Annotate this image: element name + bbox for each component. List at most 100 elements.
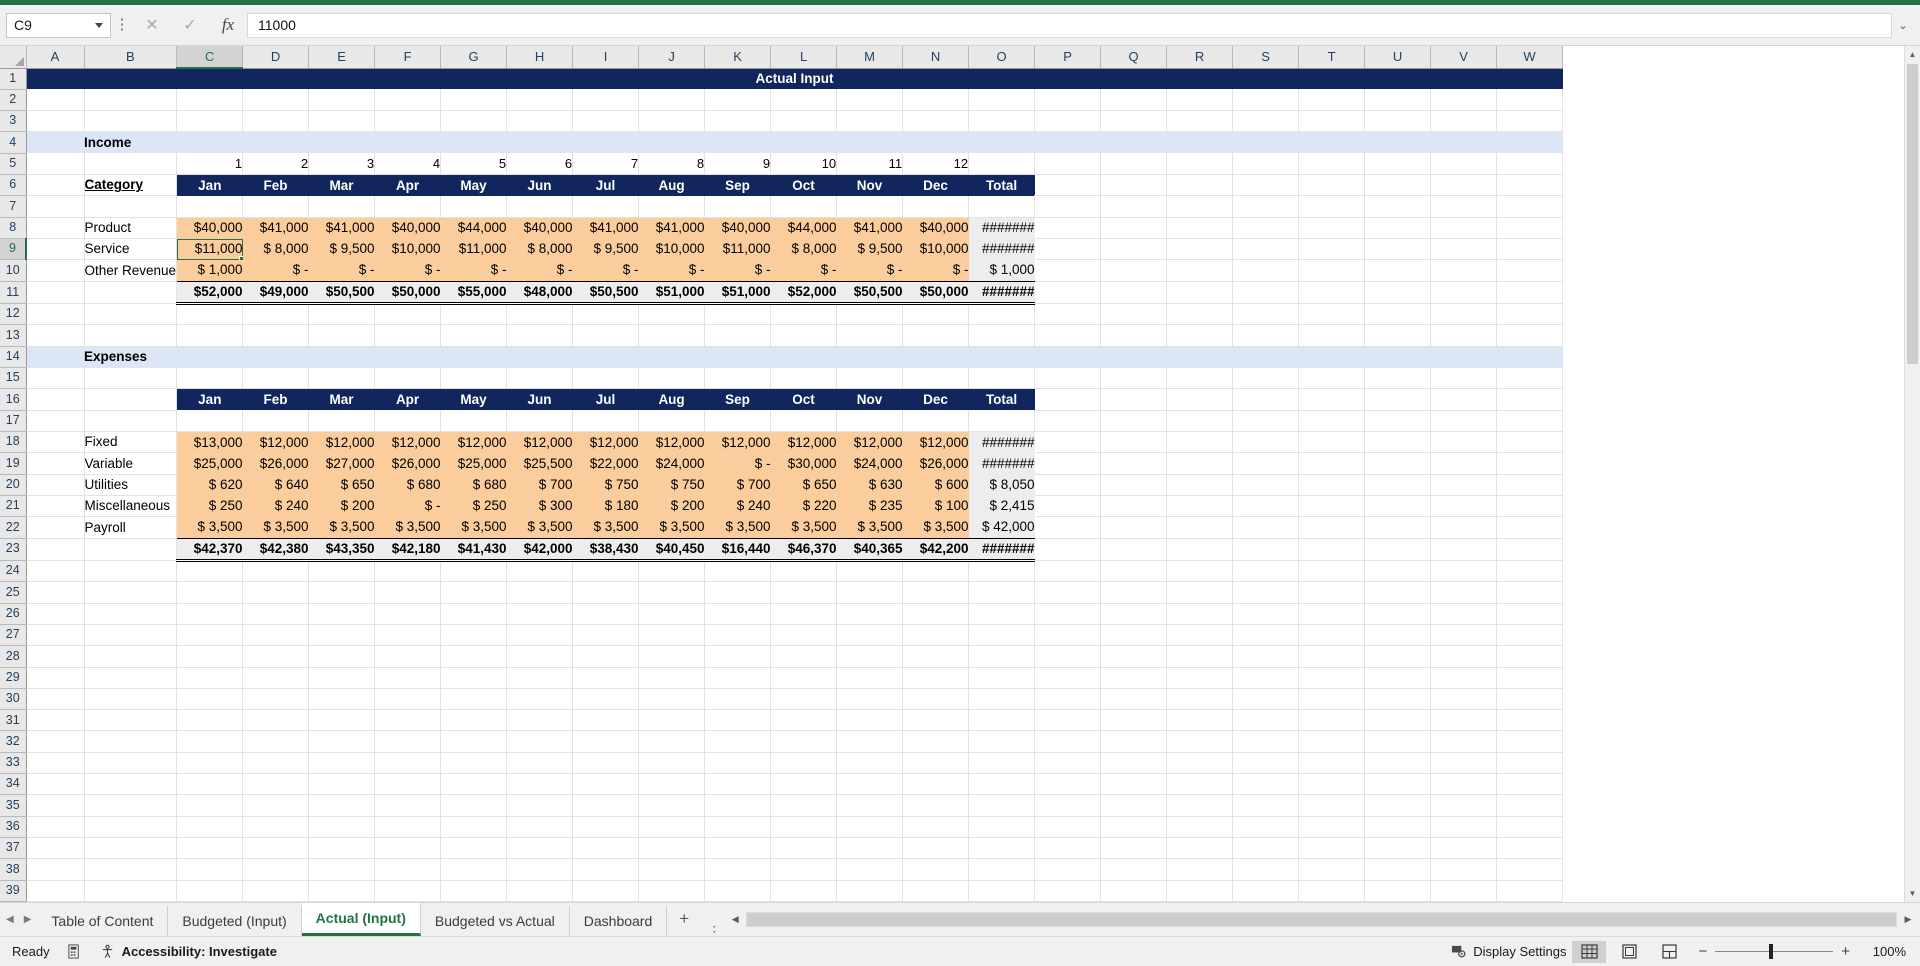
cell-E33[interactable] [308,752,376,775]
cell-F39[interactable] [374,880,442,902]
cell-V7[interactable] [1430,195,1498,218]
cell-H10[interactable]: $ - [506,259,573,282]
cell-P16[interactable] [1034,388,1102,411]
cell-S6[interactable] [1232,174,1300,197]
cell-N3[interactable] [902,110,970,133]
cell-L32[interactable] [770,730,838,753]
cell-I25[interactable] [572,581,640,604]
cell-N15[interactable] [902,367,970,390]
vertical-scroll-thumb[interactable] [1907,64,1918,364]
cell-K23[interactable]: $16,440 [704,537,771,562]
cell-T26[interactable] [1298,603,1366,625]
cell-J11[interactable]: $51,000 [638,280,705,306]
cell-Q10[interactable] [1100,259,1168,282]
cell-R18[interactable] [1166,431,1234,454]
cell-E7[interactable] [308,195,376,218]
cell-Q29[interactable] [1100,667,1168,689]
cell-B33[interactable] [84,752,178,775]
cell-B3[interactable] [84,110,178,133]
cell-Q3[interactable] [1100,110,1168,133]
cell-O30[interactable] [968,688,1036,711]
exp-month-header-jun[interactable]: Jun [506,388,573,411]
column-header-A[interactable]: A [26,46,85,69]
cell-G8[interactable]: $44,000 [440,217,507,239]
cell-B29[interactable] [84,667,178,689]
more-options-icon[interactable]: ⋮ [111,17,133,32]
column-header-N[interactable]: N [902,46,970,69]
cell-H36[interactable] [506,816,574,839]
cell-K13[interactable] [704,324,772,347]
cell-W29[interactable] [1496,667,1564,689]
cell-V37[interactable] [1430,837,1498,860]
cell-R27[interactable] [1166,624,1234,647]
cell-L20[interactable]: $ 650 [770,474,837,496]
cell-V6[interactable] [1430,174,1498,197]
sheet-title-banner[interactable]: Actual Input [26,68,1563,90]
exp-month-header-sep[interactable]: Sep [704,388,771,411]
cell-P18[interactable] [1034,431,1102,454]
insert-function-icon[interactable]: fx [209,13,247,38]
cell-G31[interactable] [440,709,508,732]
cell-O38[interactable] [968,858,1036,881]
cell-J29[interactable] [638,667,706,689]
cell-L37[interactable] [770,837,838,860]
cell-B36[interactable] [84,816,178,839]
cell-P34[interactable] [1034,773,1102,796]
row-header-9[interactable]: 9 [0,238,27,261]
cell-M21[interactable]: $ 235 [836,495,903,517]
month-header-feb-6[interactable]: Feb [242,174,309,196]
cell-K26[interactable] [704,603,772,625]
cell-A[interactable] [26,195,85,218]
cell-R5[interactable] [1166,153,1234,176]
cell-H2[interactable] [506,89,574,112]
cell-H28[interactable] [506,645,574,668]
cell-C38[interactable] [176,858,244,881]
cell-E37[interactable] [308,837,376,860]
column-header-K[interactable]: K [704,46,772,69]
cell-Q6[interactable] [1100,174,1168,197]
cell-F15[interactable] [374,367,442,390]
scroll-left-icon[interactable]: ◀ [727,914,743,925]
exp-month-header-feb[interactable]: Feb [242,388,309,411]
cell-B39[interactable] [84,880,178,902]
cell-T13[interactable] [1298,324,1366,347]
cell-E11[interactable]: $50,500 [308,280,375,306]
cell-W31[interactable] [1496,709,1564,732]
cell-P2[interactable] [1034,89,1102,112]
column-header-T[interactable]: T [1298,46,1366,69]
cell-A[interactable] [26,624,85,647]
cell-O9[interactable]: ####### [968,238,1035,260]
cell-U22[interactable] [1364,516,1432,539]
cell-M17[interactable] [836,410,904,432]
total-header-6[interactable]: Total [968,174,1035,196]
cell-W17[interactable] [1496,410,1564,432]
cell-Q19[interactable] [1100,452,1168,475]
cell-D29[interactable] [242,667,310,689]
column-header-W[interactable]: W [1496,46,1564,69]
cell-G20[interactable]: $ 680 [440,474,507,496]
cell-M36[interactable] [836,816,904,839]
cell-J28[interactable] [638,645,706,668]
cell-E28[interactable] [308,645,376,668]
cell-O37[interactable] [968,837,1036,860]
cell-R8[interactable] [1166,217,1234,240]
cell-T2[interactable] [1298,89,1366,112]
cell-C36[interactable] [176,816,244,839]
sheet-nav-arrows[interactable]: ◀ ▶ [0,902,37,936]
cell-U7[interactable] [1364,195,1432,218]
cell-L21[interactable]: $ 220 [770,495,837,517]
cell-O3[interactable] [968,110,1036,133]
cell-L23[interactable]: $46,370 [770,537,837,562]
cell-Q30[interactable] [1100,688,1168,711]
cell-Q32[interactable] [1100,730,1168,753]
exp-total-header[interactable]: Total [968,388,1035,411]
cell-N37[interactable] [902,837,970,860]
row-header-26[interactable]: 26 [0,603,27,625]
cell-C26[interactable] [176,603,244,625]
cell-J19[interactable]: $24,000 [638,452,705,475]
row-header-4[interactable]: 4 [0,131,27,154]
cell-K18[interactable]: $12,000 [704,431,771,453]
cell-C35[interactable] [176,794,244,817]
cell-N20[interactable]: $ 600 [902,474,969,496]
cell-W6[interactable] [1496,174,1564,197]
